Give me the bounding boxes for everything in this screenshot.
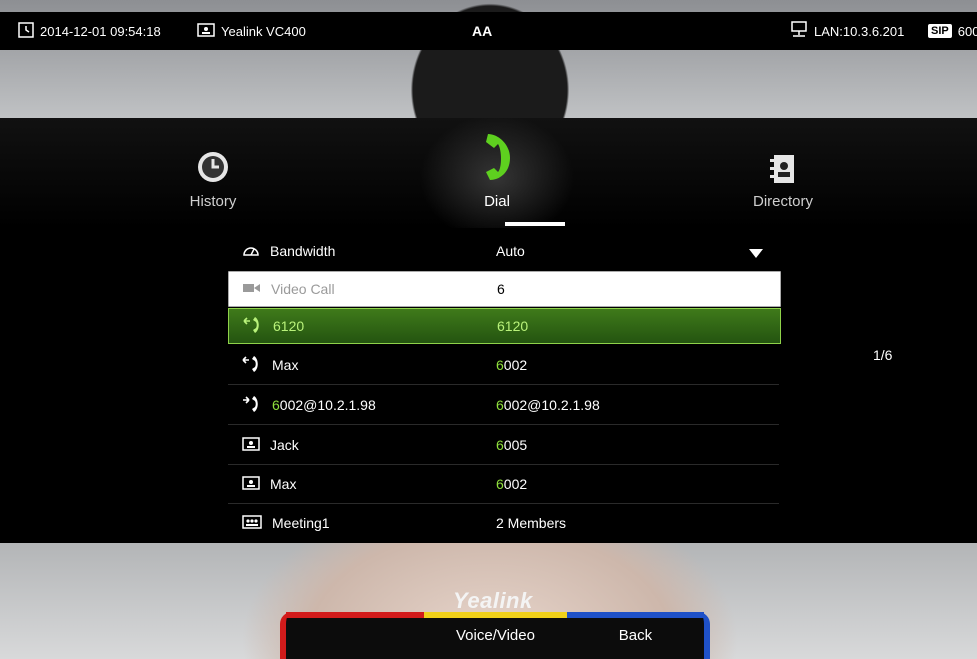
video-camera-icon [243, 281, 261, 297]
list-item[interactable]: Jack 6005 [228, 426, 779, 465]
status-bar: 2014-12-01 09:54:18 Yealink VC400 AA LAN… [0, 12, 977, 50]
bandwidth-label-group: Bandwidth [242, 243, 335, 260]
match-highlight: 6 [496, 476, 504, 492]
number-rest: 005 [503, 437, 528, 453]
softkey-red[interactable] [280, 612, 425, 659]
list-item-name: 6120 [273, 318, 305, 334]
contact-card-icon [242, 475, 260, 493]
list-item-number: 2 Members [496, 515, 567, 531]
list-item-name: Max [272, 357, 299, 373]
list-item-name: Max [270, 476, 297, 492]
page-indicator: 1/6 [873, 347, 893, 363]
dial-input-value: 6 [497, 281, 505, 297]
bandwidth-select[interactable]: Bandwidth Auto [228, 232, 779, 270]
contact-card-icon [197, 22, 215, 40]
lan-indicator: LAN:10.3.6.201 [790, 12, 904, 50]
device-name: Yealink VC400 [221, 23, 306, 39]
list-item[interactable]: 6002@10.2.1.98 6002@10.2.1.98 [228, 386, 779, 425]
list-item-name-group: Max [242, 475, 297, 493]
tab-history-label: History [189, 193, 237, 210]
list-item-name-group: 6002@10.2.1.98 [242, 395, 376, 416]
list-item-name: Meeting1 [272, 515, 330, 531]
number-rest: 002 [503, 476, 528, 492]
datetime-text: 2014-12-01 09:54:18 [40, 23, 161, 39]
list-item-number: 6120 [497, 318, 528, 334]
list-item-name-group: Jack [242, 436, 299, 454]
input-method-indicator: AA [472, 23, 493, 39]
softkey-bar: Voice/Video Back [280, 612, 710, 659]
datetime-indicator: 2014-12-01 09:54:18 [18, 12, 161, 50]
bandwidth-label: Bandwidth [270, 243, 336, 259]
phone-icon [480, 132, 516, 187]
meeting-group-icon [242, 514, 262, 532]
device-indicator: Yealink VC400 [197, 12, 306, 50]
outgoing-call-icon [242, 395, 262, 416]
match-highlight: 6 [496, 397, 504, 413]
dial-input-placeholder: Video Call [271, 281, 335, 297]
network-icon [790, 20, 808, 42]
number-rest: 002@10.2.1.98 [503, 397, 600, 413]
missed-call-icon [242, 355, 262, 376]
calendar-clock-icon [18, 21, 34, 41]
sip-account: 600 [957, 23, 977, 39]
dial-input-label-group: Video Call [243, 281, 335, 297]
number-rest: 002 [503, 357, 528, 373]
match-highlight: 6 [497, 318, 505, 334]
sip-indicator: SIP 600 [928, 12, 977, 50]
contacts-book-icon [769, 154, 795, 189]
tab-dial[interactable]: Dial [397, 118, 597, 228]
missed-call-icon [243, 316, 263, 337]
number-rest: 120 [504, 318, 529, 334]
match-highlight: 6 [496, 437, 504, 453]
dial-input[interactable]: Video Call 6 [228, 271, 781, 307]
voice-video-button[interactable]: Voice/Video [424, 612, 567, 659]
tab-bar: History Dial Directory [0, 118, 977, 228]
contact-card-icon [242, 436, 260, 454]
list-item[interactable]: 6120 6120 [228, 308, 781, 344]
bandwidth-value: Auto [496, 243, 525, 259]
list-item[interactable]: Max 6002 [228, 465, 779, 504]
list-item-number: 6005 [496, 437, 527, 453]
list-item[interactable]: Meeting1 2 Members [228, 504, 779, 542]
match-highlight: 6 [272, 397, 280, 413]
sip-badge: SIP [928, 24, 952, 38]
speedometer-icon [242, 243, 260, 260]
list-item-number: 6002@10.2.1.98 [496, 397, 600, 413]
name-rest: 002@10.2.1.98 [279, 397, 376, 413]
brand-logo: Yealink [453, 588, 533, 613]
list-item-number: 6002 [496, 357, 527, 373]
list-item-name-group: Meeting1 [242, 514, 330, 532]
tab-dial-label: Dial [484, 193, 510, 210]
active-tab-underline [505, 222, 565, 226]
list-item-name-group: Max [242, 355, 298, 376]
back-button[interactable]: Back [566, 612, 710, 659]
list-item-name-group: 6120 [243, 316, 304, 337]
list-item[interactable]: Max 6002 [228, 346, 779, 385]
tab-directory[interactable]: Directory [683, 118, 883, 228]
list-item-name: Jack [270, 437, 299, 453]
lan-address: LAN:10.3.6.201 [814, 23, 905, 39]
clock-icon [196, 150, 230, 189]
match-highlight: 6 [496, 357, 504, 373]
tab-history[interactable]: History [113, 118, 313, 228]
tab-directory-label: Directory [752, 193, 813, 210]
list-item-name: 6002@10.2.1.98 [272, 397, 376, 413]
list-item-number: 6002 [496, 476, 527, 492]
chevron-down-icon [749, 246, 763, 262]
